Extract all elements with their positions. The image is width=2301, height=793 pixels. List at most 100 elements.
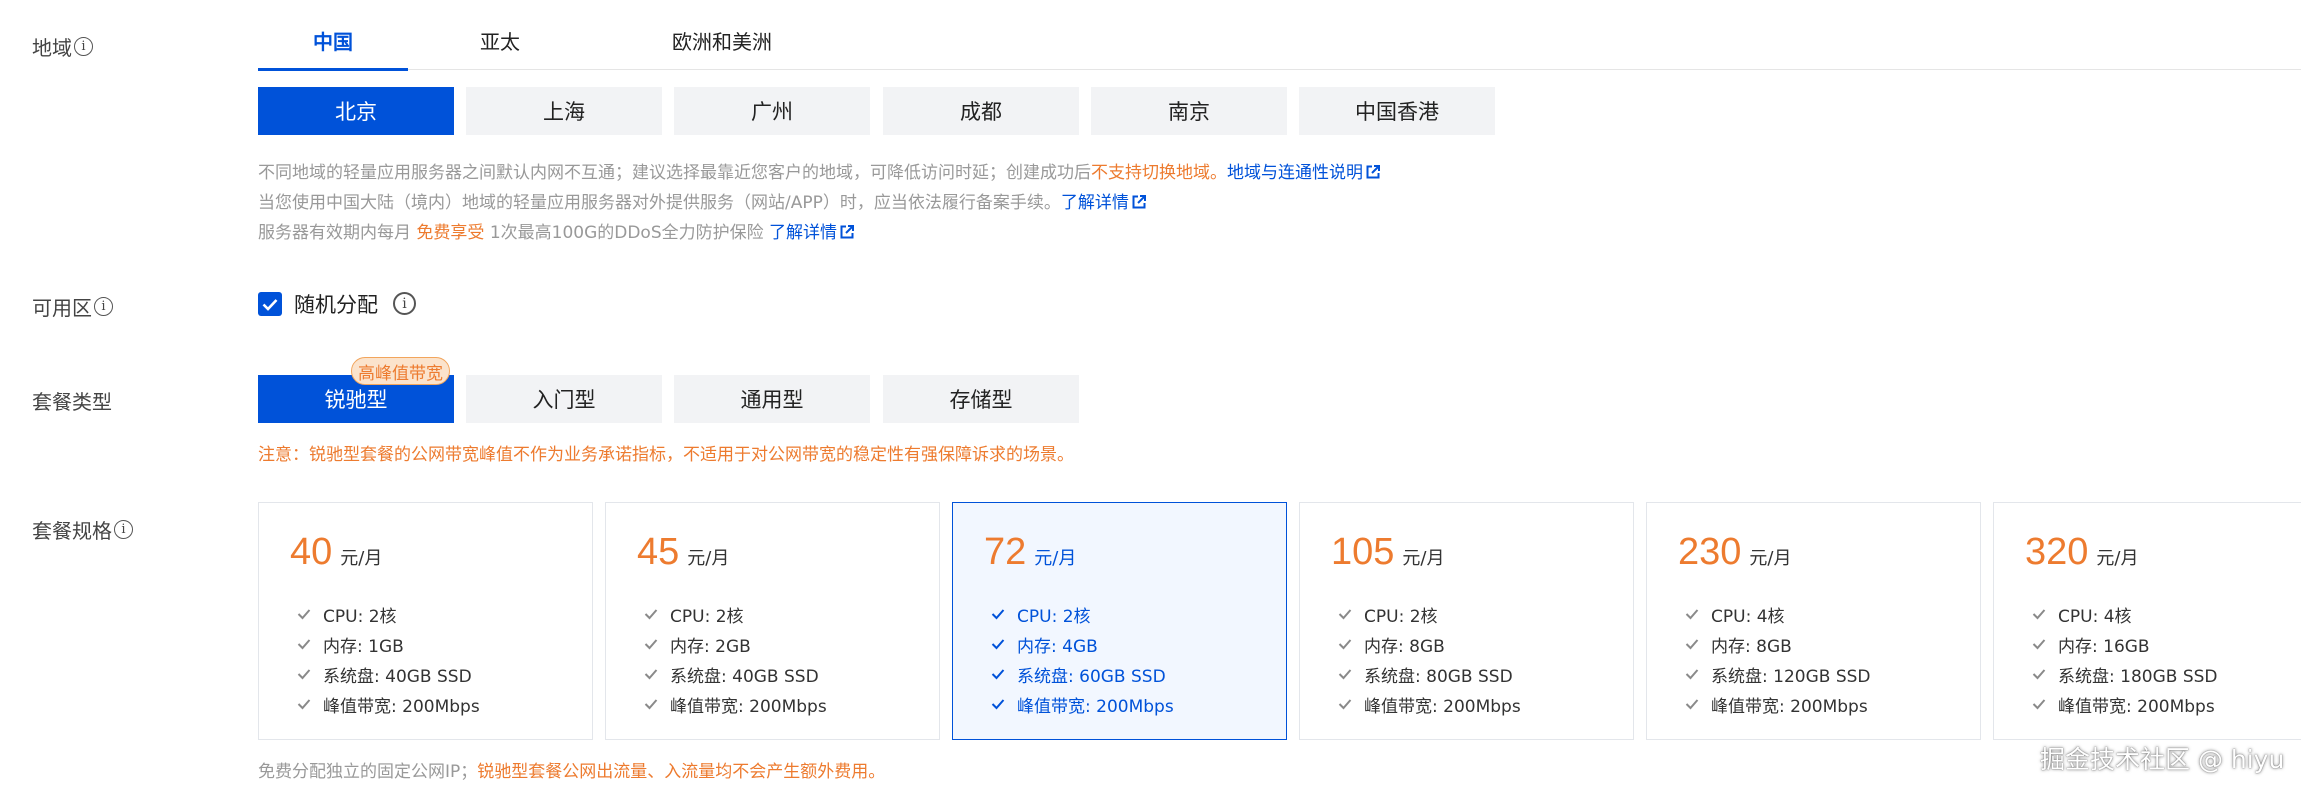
info-icon[interactable]: i bbox=[114, 520, 133, 539]
plan-memory: 内存: 8GB bbox=[1338, 629, 1521, 659]
check-icon bbox=[262, 298, 278, 311]
external-link-icon bbox=[840, 225, 855, 239]
plan-bandwidth: 峰值带宽: 200Mbps bbox=[644, 689, 827, 719]
plan-card[interactable]: 40 元/月 CPU: 2核 内存: 1GB 系统盘: 40GB SSD 峰值带宽: 20… bbox=[258, 502, 593, 740]
check-icon bbox=[1338, 639, 1352, 650]
plan-footer-note: 免费分配独立的固定公网IP；锐驰型套餐公网出流量、入流量均不会产生额外费用。 bbox=[258, 762, 886, 782]
check-icon bbox=[297, 639, 311, 650]
check-icon bbox=[1685, 609, 1699, 620]
check-icon bbox=[644, 699, 658, 710]
plan-disk: 系统盘: 80GB SSD bbox=[1338, 659, 1521, 689]
check-icon bbox=[1338, 669, 1352, 680]
plan-disk: 系统盘: 180GB SSD bbox=[2032, 659, 2218, 689]
region-note-3: 服务器有效期内每月 免费享受 1次最高100G的DDoS全力防护保险 了解详情 bbox=[258, 218, 855, 243]
city-guangzhou[interactable]: 广州 bbox=[674, 87, 870, 135]
check-icon bbox=[2032, 669, 2046, 680]
check-icon bbox=[2032, 609, 2046, 620]
region-tabs: 中国 亚太 欧洲和美洲 bbox=[258, 26, 2301, 71]
package-general[interactable]: 通用型 bbox=[674, 375, 870, 423]
plan-specs: CPU: 4核 内存: 8GB 系统盘: 120GB SSD 峰值带宽: 200Mbp… bbox=[1685, 599, 1871, 719]
package-entry[interactable]: 入门型 bbox=[466, 375, 662, 423]
plan-price-unit: 元/月 bbox=[1402, 548, 1445, 569]
plan-memory: 内存: 16GB bbox=[2032, 629, 2218, 659]
plan-card[interactable]: 105 元/月 CPU: 2核 内存: 8GB 系统盘: 80GB SSD 峰值带宽: 2… bbox=[1299, 502, 1634, 740]
plan-cpu: CPU: 2核 bbox=[991, 599, 1174, 629]
plan-price-value: 230 bbox=[1678, 531, 1742, 573]
check-icon bbox=[1685, 639, 1699, 650]
plan-cpu: CPU: 2核 bbox=[1338, 599, 1521, 629]
plan-price-unit: 元/月 bbox=[2096, 548, 2139, 569]
external-link-icon bbox=[1366, 165, 1380, 179]
plan-disk: 系统盘: 40GB SSD bbox=[297, 659, 480, 689]
external-link-icon bbox=[1132, 195, 1146, 209]
plan-bandwidth: 峰值带宽: 200Mbps bbox=[2032, 689, 2218, 719]
ddos-detail-link[interactable]: 了解详情 bbox=[769, 223, 855, 243]
region-note-2: 当您使用中国大陆（境内）地域的轻量应用服务器对外提供服务（网站/APP）时，应当… bbox=[258, 188, 1146, 213]
plan-disk: 系统盘: 40GB SSD bbox=[644, 659, 827, 689]
plan-card[interactable]: 45 元/月 CPU: 2核 内存: 2GB 系统盘: 40GB SSD 峰值带宽: 20… bbox=[605, 502, 940, 740]
check-icon bbox=[297, 669, 311, 680]
plan-price-value: 105 bbox=[1331, 531, 1395, 573]
plan-memory: 内存: 4GB bbox=[991, 629, 1174, 659]
plan-cpu: CPU: 4核 bbox=[2032, 599, 2218, 629]
check-icon bbox=[2032, 639, 2046, 650]
package-warning: 注意：锐驰型套餐的公网带宽峰值不作为业务承诺指标，不适用于对公网带宽的稳定性有强… bbox=[258, 445, 1074, 465]
package-storage[interactable]: 存储型 bbox=[883, 375, 1079, 423]
plan-bandwidth: 峰值带宽: 200Mbps bbox=[1338, 689, 1521, 719]
plan-price-unit: 元/月 bbox=[687, 548, 730, 569]
plan-specs: CPU: 2核 内存: 8GB 系统盘: 80GB SSD 峰值带宽: 200Mbps bbox=[1338, 599, 1521, 719]
check-icon bbox=[991, 699, 1005, 710]
plan-bandwidth: 峰值带宽: 200Mbps bbox=[1685, 689, 1871, 719]
city-shanghai[interactable]: 上海 bbox=[466, 87, 662, 135]
city-chengdu[interactable]: 成都 bbox=[883, 87, 1079, 135]
icp-detail-link[interactable]: 了解详情 bbox=[1061, 193, 1146, 213]
info-icon[interactable]: i bbox=[94, 297, 113, 316]
plan-disk: 系统盘: 60GB SSD bbox=[991, 659, 1174, 689]
zone-label: 可用区 i bbox=[32, 292, 113, 321]
plan-memory: 内存: 1GB bbox=[297, 629, 480, 659]
plan-price: 45 元/月 bbox=[637, 531, 729, 574]
plan-card[interactable]: 230 元/月 CPU: 4核 内存: 8GB 系统盘: 120GB SSD 峰值带宽: … bbox=[1646, 502, 1981, 740]
random-assign-label[interactable]: 随机分配 bbox=[294, 289, 378, 319]
plan-bandwidth: 峰值带宽: 200Mbps bbox=[991, 689, 1174, 719]
tab-asia-pacific[interactable]: 亚太 bbox=[406, 26, 594, 70]
plan-bandwidth: 峰值带宽: 200Mbps bbox=[297, 689, 480, 719]
plan-price-value: 40 bbox=[290, 531, 333, 573]
city-beijing[interactable]: 北京 bbox=[258, 87, 454, 135]
plan-card[interactable]: 72 元/月 CPU: 2核 内存: 4GB 系统盘: 60GB SSD 峰值带宽: 20… bbox=[952, 502, 1287, 740]
region-connectivity-link[interactable]: 地域与连通性说明 bbox=[1227, 163, 1380, 183]
random-assign-checkbox[interactable] bbox=[258, 292, 282, 316]
plan-memory: 内存: 2GB bbox=[644, 629, 827, 659]
tab-china[interactable]: 中国 bbox=[258, 26, 408, 71]
plan-price: 40 元/月 bbox=[290, 531, 382, 574]
plan-cpu: CPU: 4核 bbox=[1685, 599, 1871, 629]
info-icon[interactable]: i bbox=[393, 292, 416, 315]
region-label: 地域 i bbox=[32, 32, 93, 61]
check-icon bbox=[991, 639, 1005, 650]
info-icon[interactable]: i bbox=[74, 37, 93, 56]
check-icon bbox=[1338, 609, 1352, 620]
plan-cpu: CPU: 2核 bbox=[644, 599, 827, 629]
plan-price-unit: 元/月 bbox=[1749, 548, 1792, 569]
plan-price-unit: 元/月 bbox=[340, 548, 383, 569]
package-type-label: 套餐类型 bbox=[32, 390, 112, 414]
plan-specs: CPU: 2核 内存: 2GB 系统盘: 40GB SSD 峰值带宽: 200Mbps bbox=[644, 599, 827, 719]
check-icon bbox=[297, 699, 311, 710]
check-icon bbox=[644, 639, 658, 650]
plan-specs: CPU: 2核 内存: 4GB 系统盘: 60GB SSD 峰值带宽: 200Mbps bbox=[991, 599, 1174, 719]
plan-cpu: CPU: 2核 bbox=[297, 599, 480, 629]
tab-europe-americas[interactable]: 欧洲和美洲 bbox=[594, 26, 850, 70]
plan-price: 72 元/月 bbox=[984, 531, 1076, 574]
city-hongkong[interactable]: 中国香港 bbox=[1299, 87, 1495, 135]
check-icon bbox=[991, 669, 1005, 680]
plan-price-value: 72 bbox=[984, 531, 1027, 573]
plan-card[interactable]: 320 元/月 CPU: 4核 内存: 16GB 系统盘: 180GB SSD 峰值带宽:… bbox=[1993, 502, 2301, 740]
check-icon bbox=[1685, 699, 1699, 710]
check-icon bbox=[1338, 699, 1352, 710]
plan-price: 105 元/月 bbox=[1331, 531, 1444, 574]
city-nanjing[interactable]: 南京 bbox=[1091, 87, 1287, 135]
watermark: 掘金技术社区 @ hiyu bbox=[2040, 745, 2285, 774]
plan-price: 320 元/月 bbox=[2025, 531, 2138, 574]
plan-disk: 系统盘: 120GB SSD bbox=[1685, 659, 1871, 689]
spec-label: 套餐规格 i bbox=[32, 515, 133, 544]
